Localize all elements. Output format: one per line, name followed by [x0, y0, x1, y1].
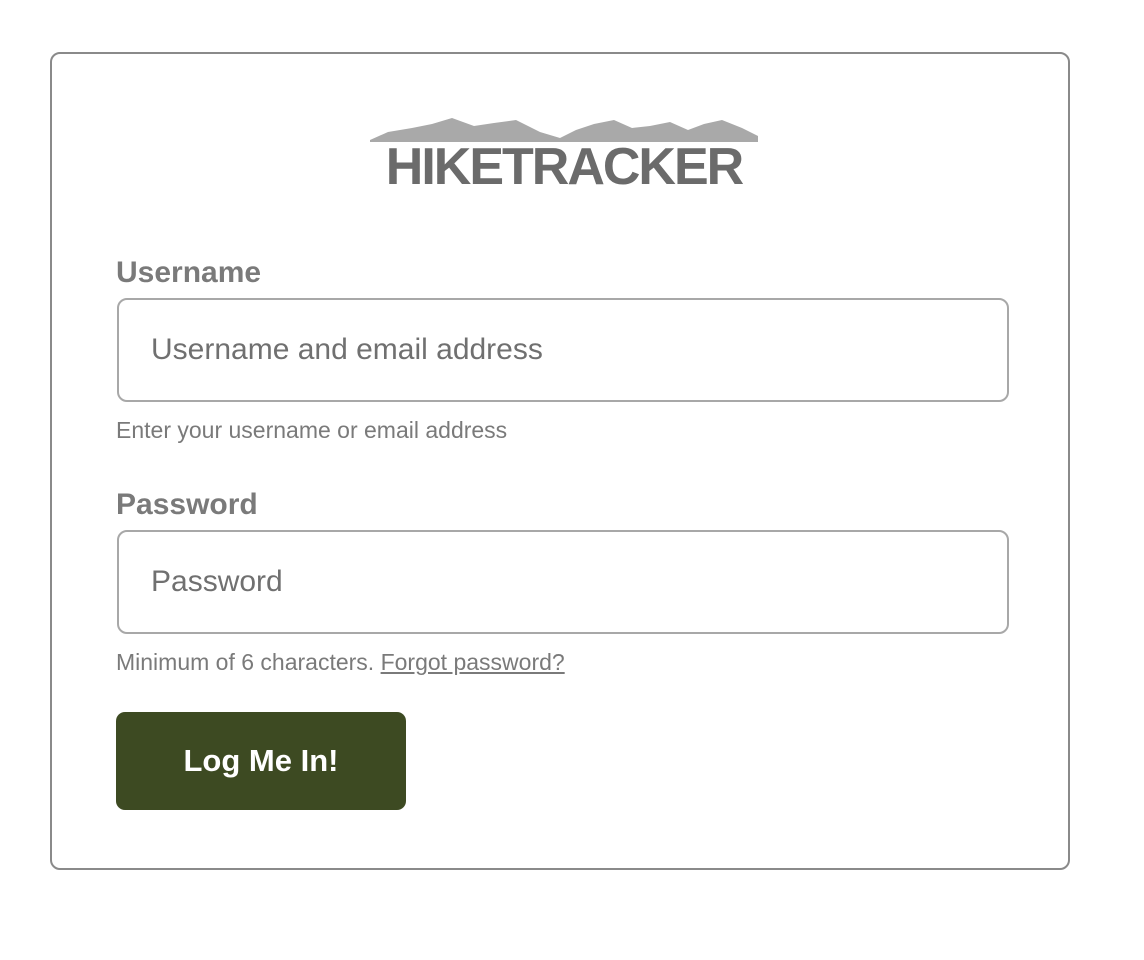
- password-help-text: Minimum of 6 characters.: [116, 649, 375, 675]
- password-label: Password: [116, 488, 258, 521]
- login-card: HIKETRACKER Username Enter your username…: [50, 52, 1070, 870]
- mountain-logo-icon: HIKETRACKER: [370, 118, 758, 188]
- username-input[interactable]: [117, 298, 1009, 402]
- username-label: Username: [116, 256, 262, 289]
- forgot-password-link[interactable]: Forgot password?: [381, 649, 565, 675]
- password-input[interactable]: [117, 530, 1009, 634]
- username-help-text: Enter your username or email address: [116, 417, 508, 443]
- login-button[interactable]: Log Me In!: [116, 712, 406, 810]
- logo-text: HIKETRACKER: [386, 138, 744, 188]
- hiketracker-logo: HIKETRACKER: [370, 118, 760, 188]
- password-help: Minimum of 6 characters. Forgot password…: [116, 648, 565, 676]
